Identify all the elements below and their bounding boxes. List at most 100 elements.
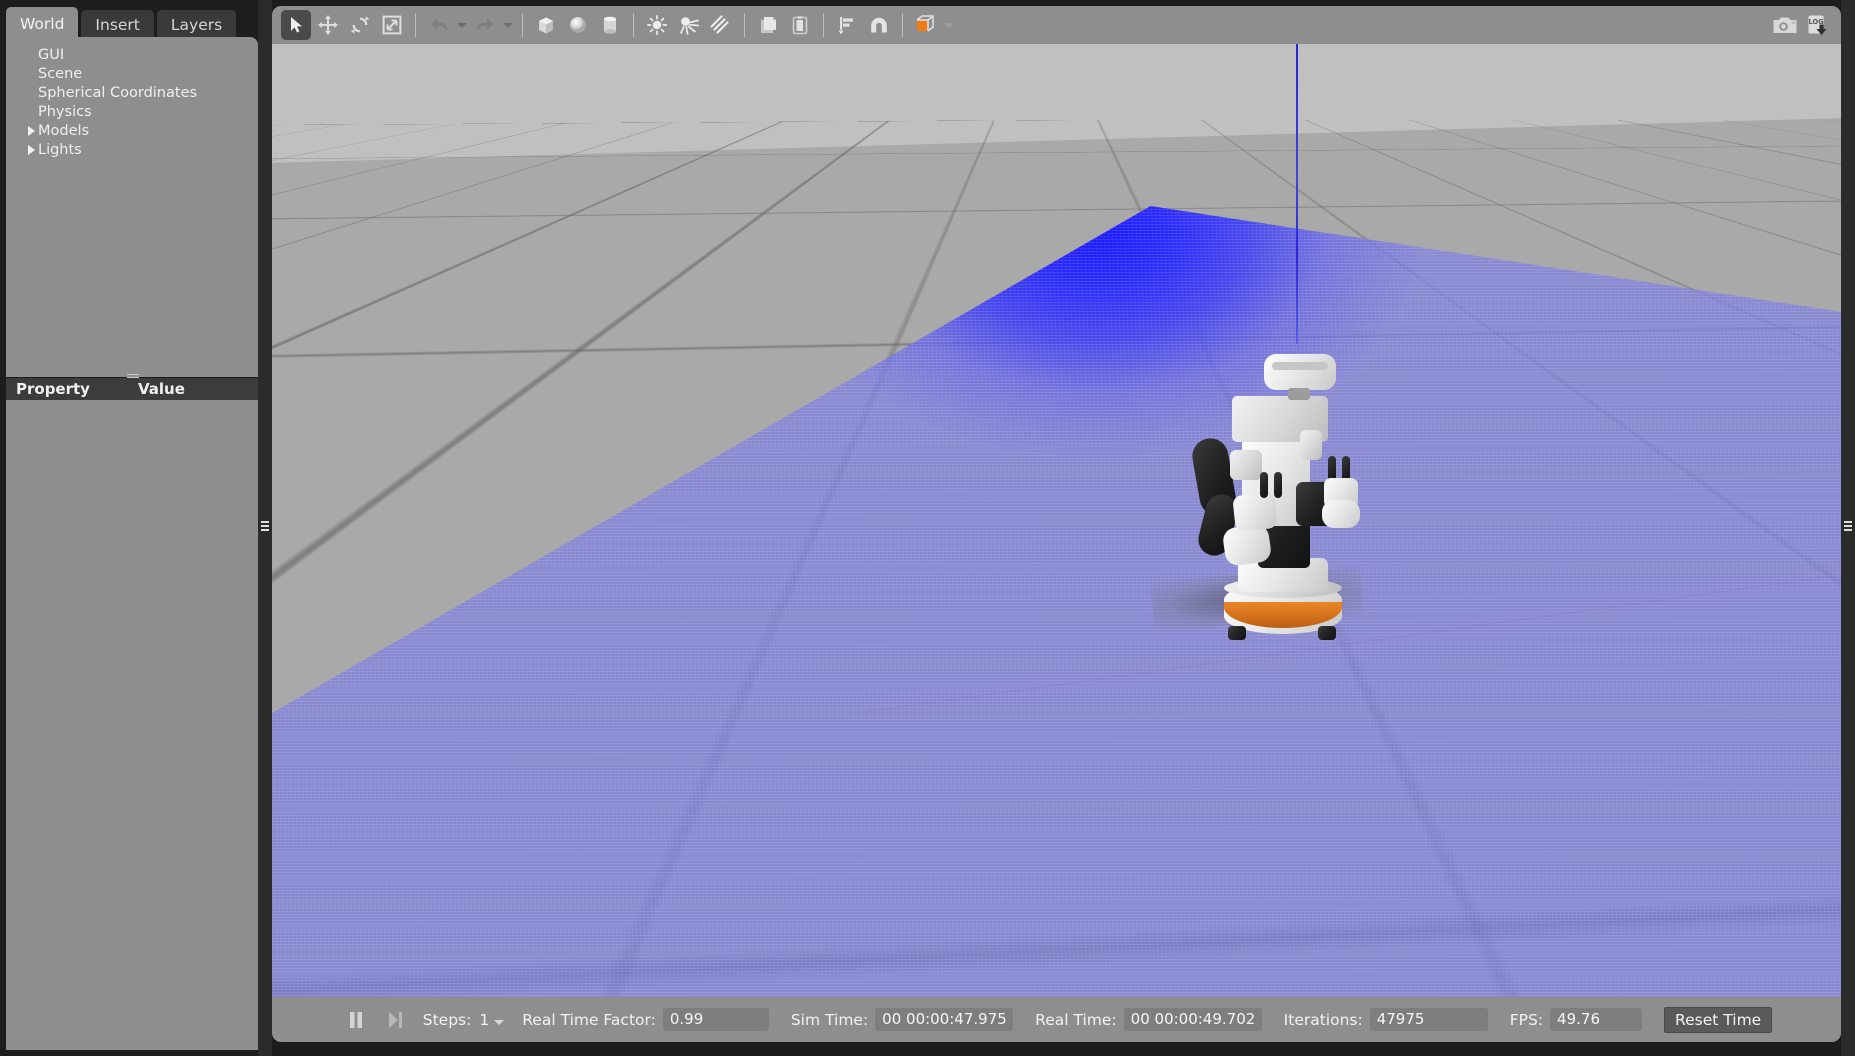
- step-forward-icon: [388, 1011, 402, 1028]
- select-mode-button[interactable]: [281, 10, 311, 40]
- left-panel: World Insert Layers GUI Scene Spherical …: [0, 0, 264, 1056]
- property-column-header[interactable]: Property: [6, 380, 134, 398]
- main-toolbar: LOG: [272, 6, 1841, 44]
- translate-mode-button[interactable]: [313, 10, 343, 40]
- tab-world-label: World: [20, 14, 65, 33]
- expand-arrow-icon[interactable]: [28, 126, 35, 136]
- paste-button[interactable]: [785, 10, 815, 40]
- undo-arrow-icon: [430, 18, 448, 31]
- robot-head: [1264, 354, 1336, 390]
- tab-layers-label: Layers: [170, 16, 223, 34]
- paste-icon: [792, 16, 808, 35]
- copy-button[interactable]: [753, 10, 783, 40]
- toolbar-separator: [902, 13, 903, 37]
- toolbar-separator: [415, 13, 416, 37]
- sim-time-value: 00 00:00:47.975: [875, 1008, 1014, 1031]
- tree-item-physics[interactable]: Physics: [6, 102, 258, 121]
- redo-button[interactable]: [470, 10, 500, 40]
- reset-time-button[interactable]: Reset Time: [1664, 1006, 1773, 1033]
- insert-spot-light-button[interactable]: [674, 10, 704, 40]
- real-time-factor-label: Real Time Factor:: [522, 1010, 656, 1029]
- insert-directional-light-button[interactable]: [706, 10, 736, 40]
- iterations-value: 47975: [1369, 1008, 1488, 1031]
- real-time-label: Real Time:: [1035, 1010, 1117, 1029]
- toolbar-separator: [744, 13, 745, 37]
- simulation-status-bar: Steps: 1 Real Time Factor: 0.99 Sim Time…: [272, 997, 1841, 1042]
- tree-item-lights[interactable]: Lights: [6, 140, 258, 159]
- robot-left-shoulder-joint: [1230, 450, 1262, 480]
- toolbar-separator: [823, 13, 824, 37]
- tab-insert[interactable]: Insert: [81, 10, 154, 40]
- redo-history-button[interactable]: [501, 10, 515, 40]
- robot-right-gripper: [1322, 500, 1360, 528]
- status-bar-inner: Steps: 1 Real Time Factor: 0.99 Sim Time…: [341, 1005, 1773, 1035]
- insert-cylinder-button[interactable]: [595, 10, 625, 40]
- spot-light-icon: [680, 17, 700, 35]
- robot-head-mount: [1288, 388, 1310, 400]
- step-forward-button[interactable]: [381, 1005, 409, 1035]
- move-arrows-icon: [318, 15, 338, 35]
- fps-value: 49.76: [1550, 1008, 1643, 1031]
- copy-icon: [761, 17, 776, 33]
- scale-mode-button[interactable]: [377, 10, 407, 40]
- undo-history-button[interactable]: [455, 10, 469, 40]
- ground-grid-wrapper: [272, 120, 1841, 997]
- robot-head-sensor-strip: [1272, 362, 1328, 370]
- tree-item-spherical-coordinates-label: Spherical Coordinates: [38, 84, 198, 101]
- world-tree-panel: GUI Scene Spherical Coordinates Physics …: [6, 37, 258, 377]
- robot-right-shoulder-joint: [1300, 430, 1322, 460]
- tab-world[interactable]: World: [6, 7, 79, 40]
- log-download-icon: LOG: [1808, 15, 1827, 35]
- reset-time-label: Reset Time: [1675, 1010, 1762, 1029]
- point-light-icon: [646, 14, 668, 36]
- vertical-marker-line: [1296, 44, 1299, 344]
- real-time-value: 00 00:00:49.702: [1123, 1008, 1262, 1031]
- robot-caster-right: [1318, 626, 1336, 640]
- insert-box-button[interactable]: [531, 10, 561, 40]
- left-splitter-handle[interactable]: [258, 0, 272, 1056]
- render-viewport[interactable]: [272, 44, 1841, 997]
- tab-insert-label: Insert: [95, 16, 140, 34]
- pause-icon: [349, 1011, 362, 1028]
- tree-item-gui[interactable]: GUI: [6, 45, 258, 64]
- right-splitter-handle[interactable]: [1841, 0, 1855, 1056]
- box-icon: [539, 17, 553, 34]
- steps-label: Steps:: [422, 1010, 472, 1029]
- ground-grid: [272, 120, 1841, 135]
- robot-caster-left: [1228, 626, 1246, 640]
- view-mode-dropdown[interactable]: [942, 10, 956, 40]
- steps-value[interactable]: 1: [479, 1011, 489, 1029]
- magnet-snap-icon: [871, 17, 887, 33]
- screenshot-button[interactable]: [1770, 10, 1800, 40]
- align-button[interactable]: [832, 10, 862, 40]
- rotate-icon: [350, 16, 370, 34]
- property-table-header: Property Value: [6, 378, 258, 400]
- tree-item-gui-label: GUI: [38, 46, 65, 63]
- value-column-header[interactable]: Value: [134, 380, 185, 398]
- pr2-robot-model[interactable]: [1172, 344, 1432, 674]
- pause-button[interactable]: [341, 1005, 371, 1035]
- real-time-factor-value: 0.99: [662, 1008, 769, 1031]
- robot-left-wrist: [1232, 491, 1278, 533]
- robot-left-finger-a: [1260, 472, 1268, 498]
- tree-item-lights-label: Lights: [38, 141, 82, 158]
- toolbar-separator: [522, 13, 523, 37]
- undo-button[interactable]: [424, 10, 454, 40]
- tab-layers[interactable]: Layers: [156, 10, 237, 40]
- world-tree-list: GUI Scene Spherical Coordinates Physics …: [6, 37, 258, 159]
- insert-point-light-button[interactable]: [642, 10, 672, 40]
- tree-item-spherical-coordinates[interactable]: Spherical Coordinates: [6, 83, 258, 102]
- scale-icon: [382, 15, 402, 35]
- tree-item-scene[interactable]: Scene: [6, 64, 258, 83]
- expand-arrow-icon[interactable]: [28, 145, 35, 155]
- log-record-button[interactable]: LOG: [1802, 10, 1832, 40]
- rotate-mode-button[interactable]: [345, 10, 375, 40]
- steps-dropdown-icon[interactable]: [494, 1020, 505, 1025]
- iterations-label: Iterations:: [1283, 1010, 1363, 1029]
- toolbar-separator: [633, 13, 634, 37]
- insert-sphere-button[interactable]: [563, 10, 593, 40]
- right-splitter-grip-icon: [1844, 521, 1852, 535]
- tree-item-models[interactable]: Models: [6, 121, 258, 140]
- snap-button[interactable]: [864, 10, 894, 40]
- view-mode-button[interactable]: [911, 10, 941, 40]
